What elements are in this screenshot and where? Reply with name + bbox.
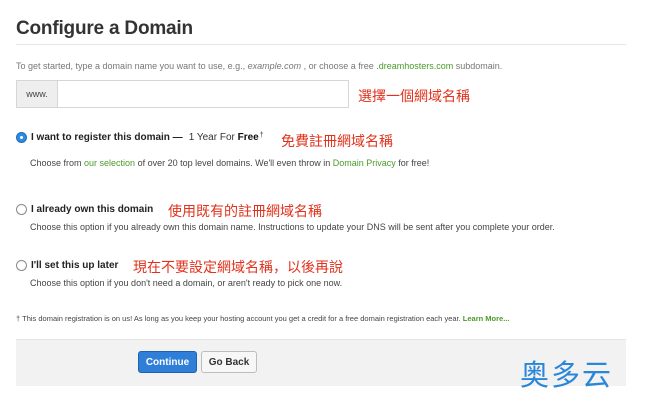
footnote: † This domain registration is on us! As …: [16, 314, 509, 323]
intro-part2: , or choose a free: [301, 61, 377, 71]
continue-button[interactable]: Continue: [138, 351, 197, 373]
option-own-label: I already own this domain: [31, 204, 154, 215]
option-later[interactable]: I'll set this up later: [16, 260, 118, 271]
annotation-set-later: 現在不要設定網域名稱，以後再說: [133, 260, 343, 276]
option-register-desc: Choose from our selection of over 20 top…: [30, 158, 429, 168]
option-register-extra-text: 1 Year For: [188, 132, 235, 143]
link-domain-privacy[interactable]: Domain Privacy: [333, 158, 396, 168]
title-divider: [16, 44, 626, 45]
register-desc-part3: for free!: [395, 158, 430, 168]
www-prefix: www.: [16, 80, 57, 108]
radio-own[interactable]: [16, 204, 27, 215]
option-later-label: I'll set this up later: [31, 260, 119, 271]
radio-register[interactable]: [16, 132, 27, 143]
intro-example: example.com: [247, 61, 302, 71]
radio-later[interactable]: [16, 260, 27, 271]
annotation-free-register: 免費註冊網域名稱: [281, 134, 393, 150]
option-later-desc: Choose this option if you don't need a d…: [30, 278, 343, 288]
register-desc-part1: Choose from: [30, 158, 85, 168]
option-register-label: I want to register this domain —: [31, 132, 183, 143]
register-desc-part2: of over 20 top level domains. We'll even…: [135, 158, 333, 168]
footnote-text: † This domain registration is on us! As …: [16, 314, 463, 323]
option-register[interactable]: I want to register this domain — 1 Year …: [16, 132, 264, 143]
annotation-choose-domain: 選擇一個網域名稱: [358, 89, 470, 105]
domain-input-row: www.: [16, 80, 349, 108]
intro-part1: To get started, type a domain name you w…: [16, 61, 248, 71]
link-our-selection[interactable]: our selection: [84, 158, 135, 168]
intro-free-domain: .dreamhosters.com: [376, 61, 454, 71]
dagger-mark: †: [259, 132, 264, 139]
page-title: Configure a Domain: [16, 18, 193, 39]
option-own-desc: Choose this option if you already own th…: [30, 222, 555, 232]
intro-text: To get started, type a domain name you w…: [16, 61, 502, 71]
option-register-extra: 1 Year For Free†: [189, 132, 264, 143]
domain-input[interactable]: [57, 80, 349, 108]
intro-part3: subdomain.: [453, 61, 503, 71]
go-back-button[interactable]: Go Back: [201, 351, 257, 373]
option-own[interactable]: I already own this domain: [16, 204, 153, 215]
option-register-free: Free: [237, 132, 259, 143]
annotation-existing-domain: 使用既有的註冊網域名稱: [168, 204, 322, 220]
watermark-logo: 奥多云: [520, 358, 614, 392]
learn-more-link[interactable]: Learn More...: [463, 314, 510, 323]
